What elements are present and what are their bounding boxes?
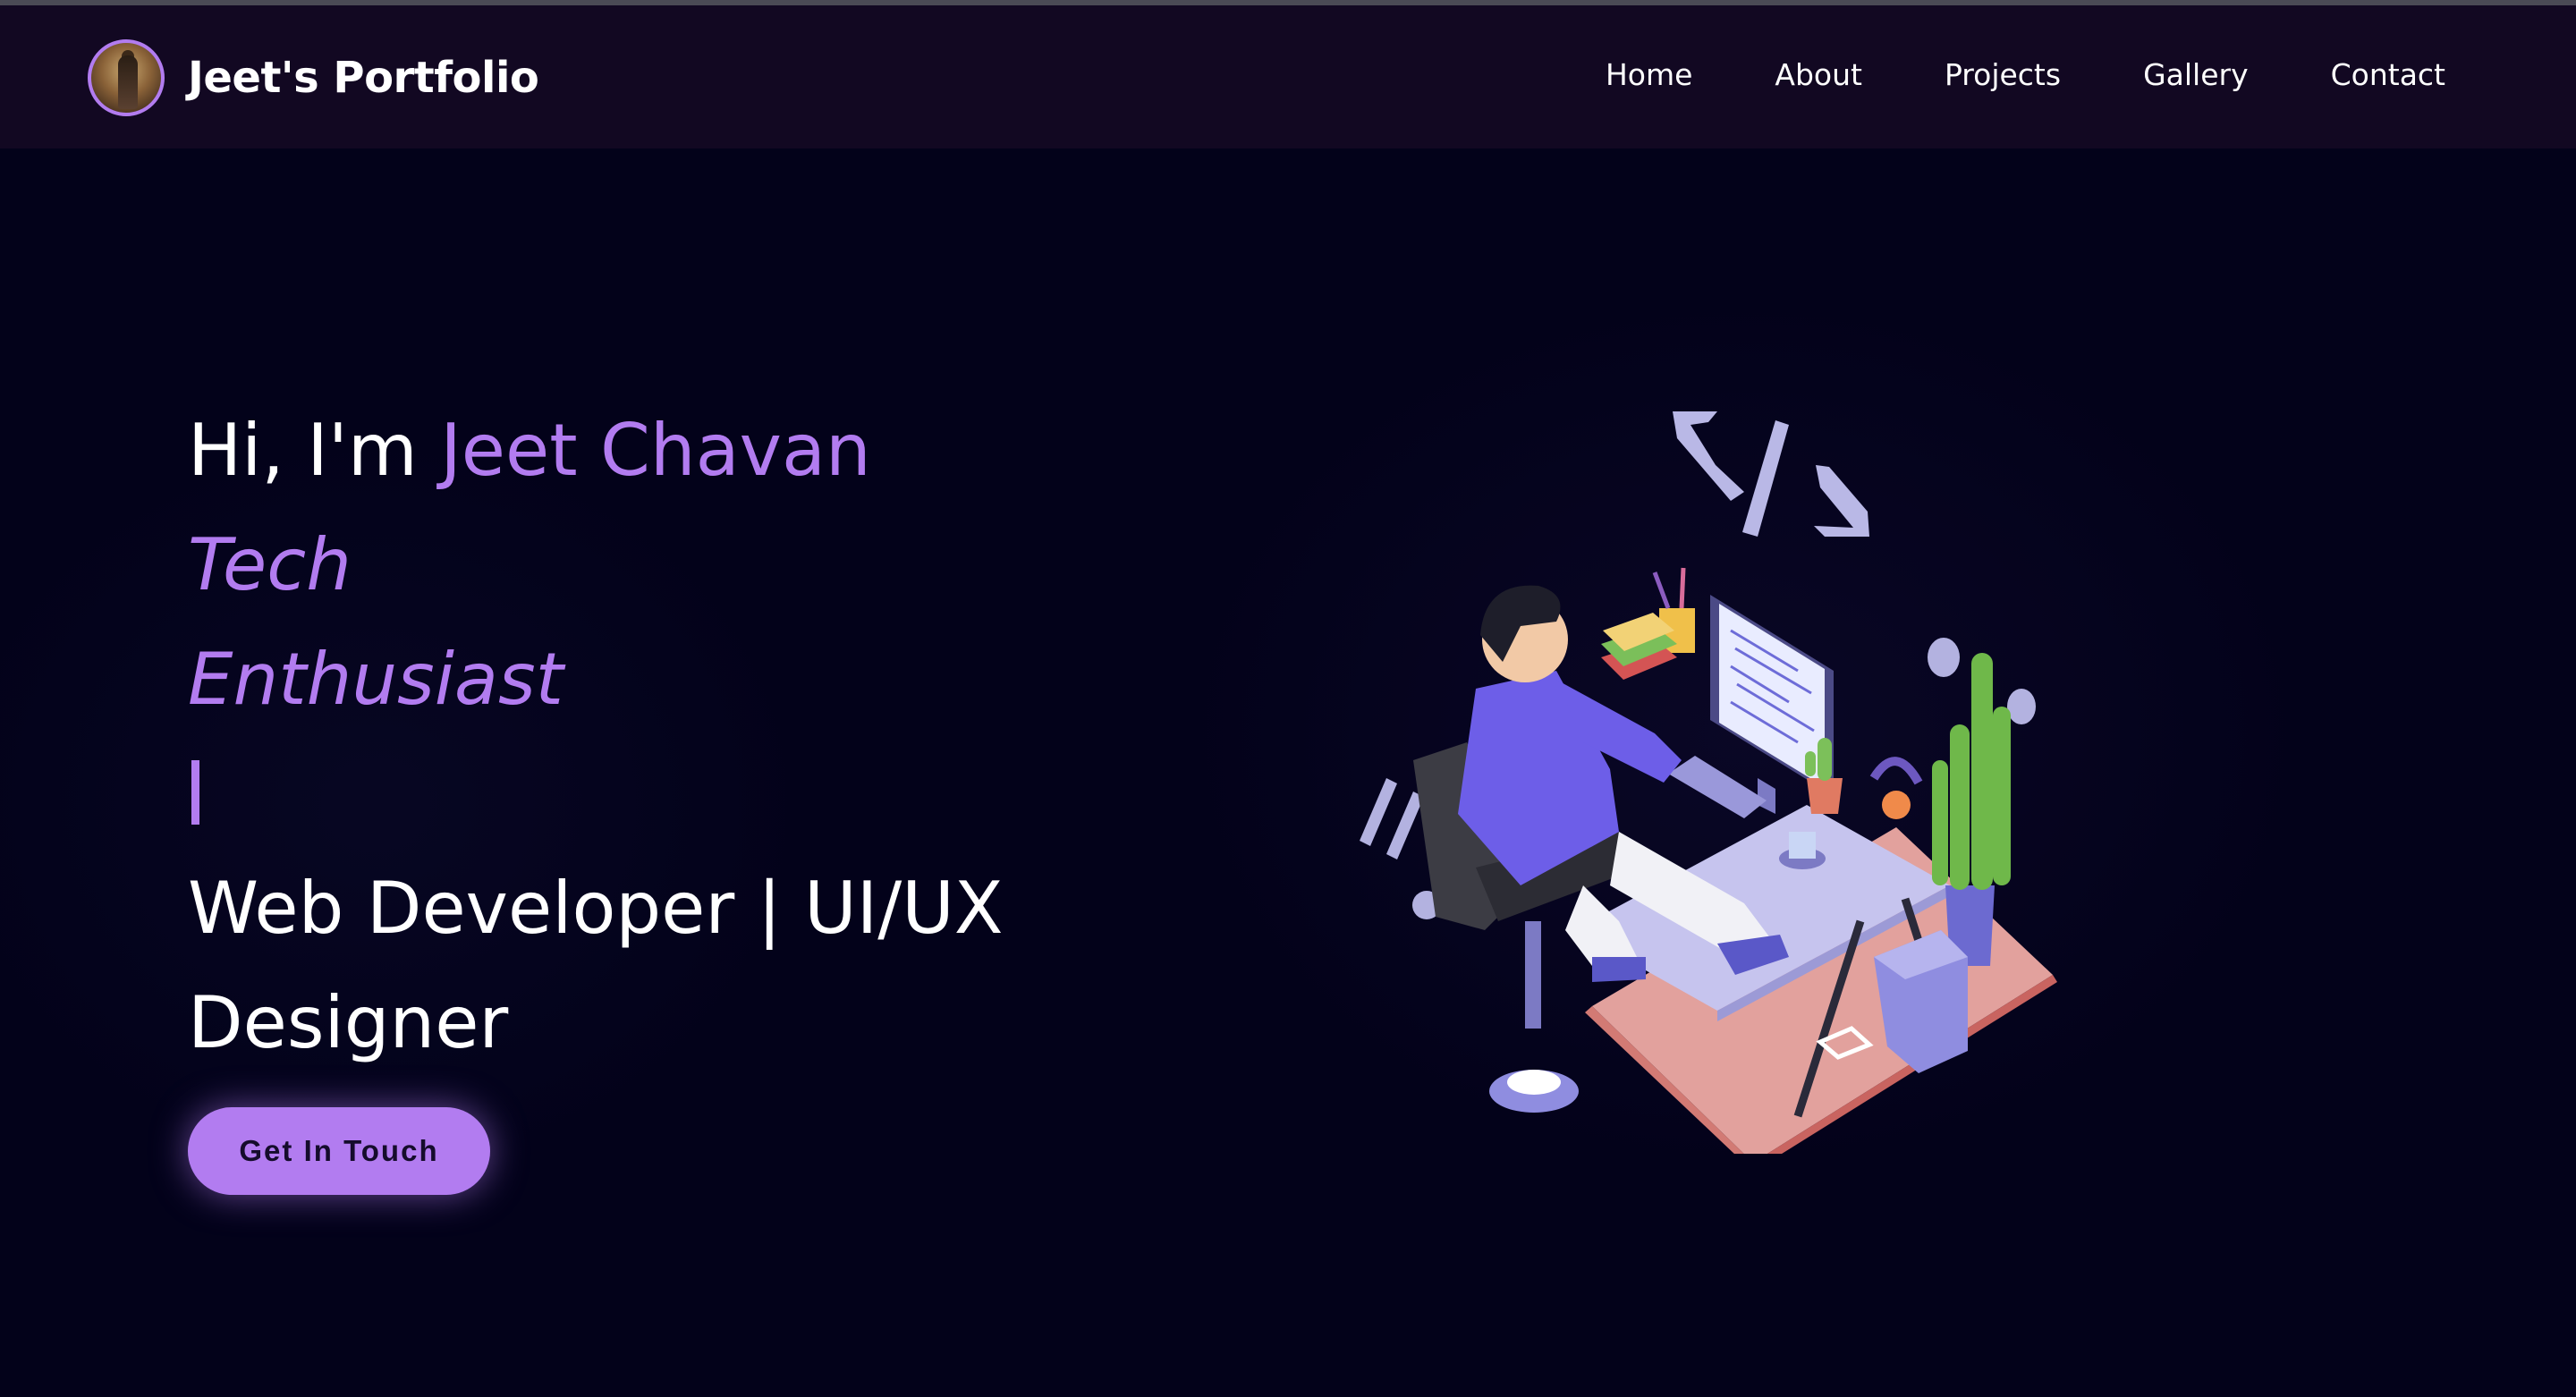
nav-links: Home About Projects Gallery Contact	[1523, 57, 2445, 93]
brand[interactable]: Jeet's Portfolio	[88, 39, 539, 116]
tagline-line-1: Web Developer | UI/UX	[188, 867, 1004, 950]
hero-name: Jeet Chavan	[440, 409, 871, 492]
typing-cursor	[191, 760, 199, 825]
avatar	[88, 39, 165, 116]
developer-at-desk-illustration	[1360, 411, 2057, 1154]
typed-text-line-2: Enthusiast	[188, 638, 564, 721]
nav-link-contact[interactable]: Contact	[2331, 57, 2445, 93]
typed-text-line-1: Tech	[188, 523, 352, 606]
brand-name: Jeet's Portfolio	[188, 53, 539, 103]
hero-text: Hi, I'm Jeet Chavan Tech Enthusiast Web …	[188, 394, 1004, 1080]
page: Jeet's Portfolio Home About Projects Gal…	[0, 0, 2576, 1397]
nav-link-projects[interactable]: Projects	[1945, 57, 2061, 93]
navbar: Jeet's Portfolio Home About Projects Gal…	[0, 5, 2576, 148]
code-brackets-icon	[1673, 411, 1869, 537]
nav-link-about[interactable]: About	[1775, 57, 1862, 93]
keyboard-icon	[1668, 756, 1767, 818]
nav-link-home[interactable]: Home	[1606, 57, 1692, 93]
avatar-figure	[118, 55, 138, 109]
hero-greeting-line: Hi, I'm Jeet Chavan	[188, 394, 1004, 508]
get-in-touch-button[interactable]: Get In Touch	[188, 1107, 490, 1195]
tagline-line-2: Designer	[188, 981, 509, 1064]
hero-greeting: Hi, I'm	[188, 409, 441, 492]
nav-link-gallery[interactable]: Gallery	[2143, 57, 2249, 93]
